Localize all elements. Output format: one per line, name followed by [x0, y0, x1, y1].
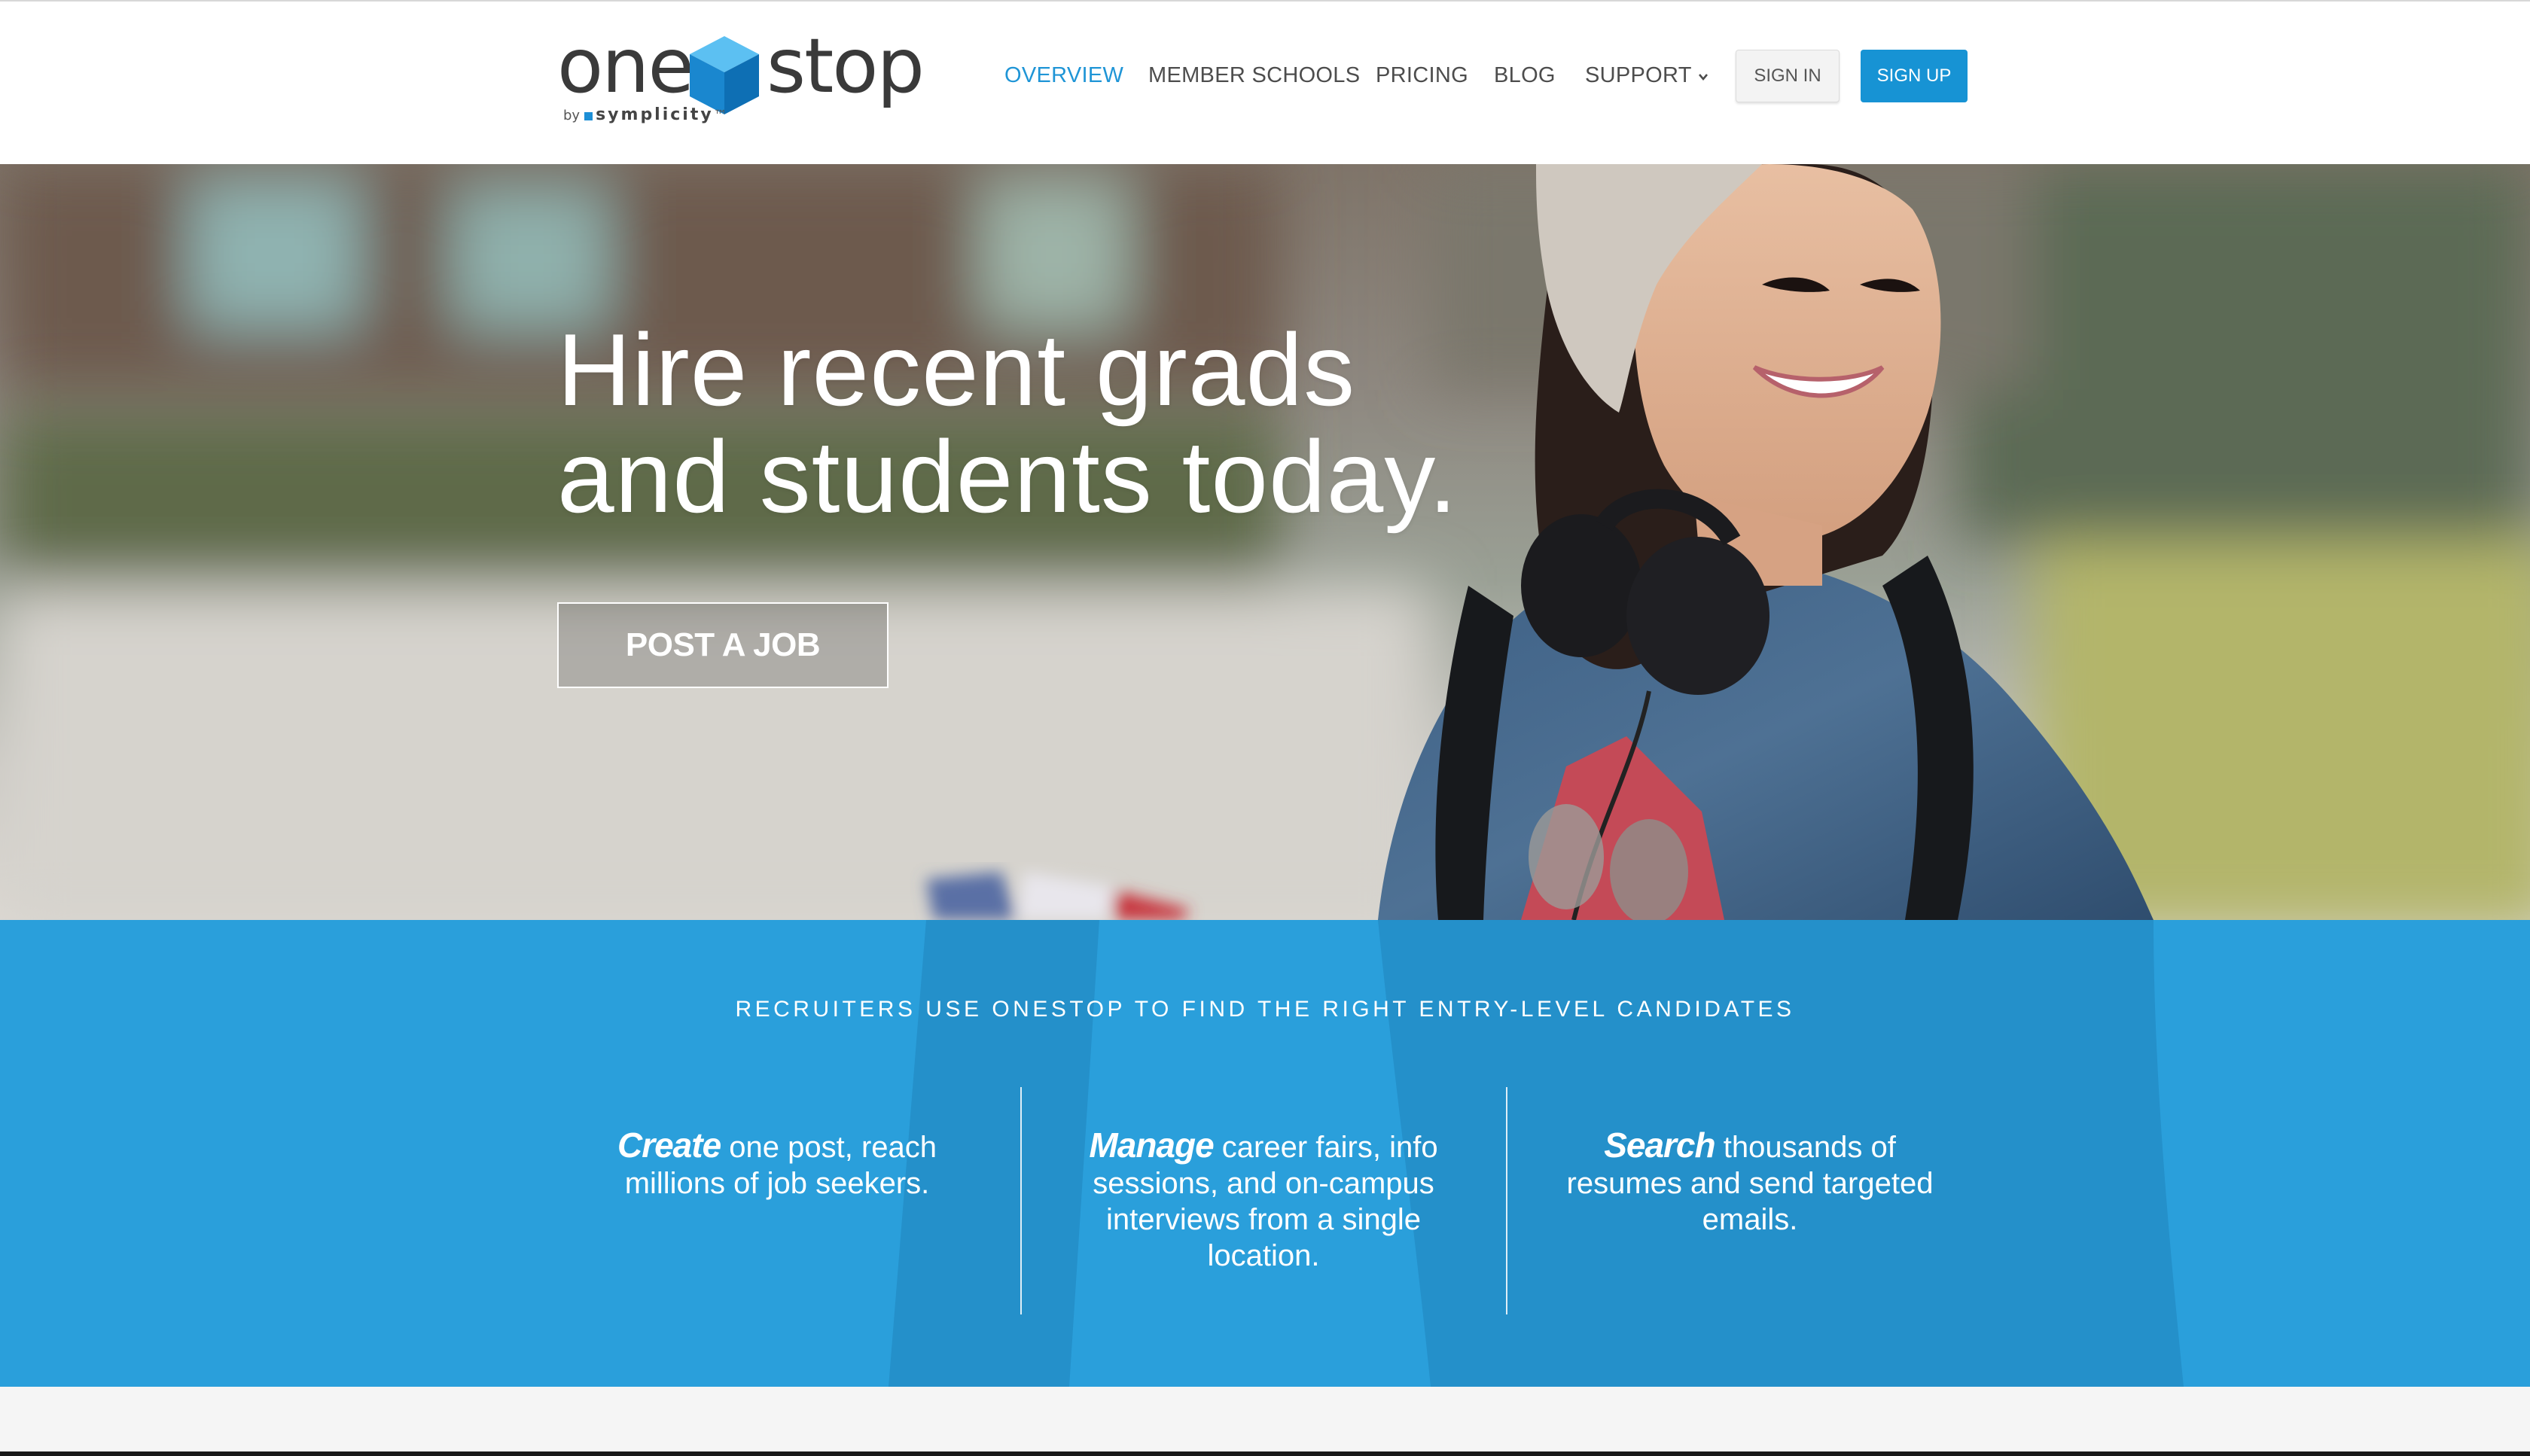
page: one stop by symplicity™ OVERVIEW MEMBER S… — [0, 0, 2530, 1456]
hero-background-photo — [0, 164, 2530, 920]
cube-icon — [690, 36, 759, 114]
logo-trademark: ™ — [713, 108, 727, 123]
nav-blog[interactable]: BLOG — [1494, 63, 1556, 88]
hero-title-line-1: Hire recent grads — [557, 312, 1356, 427]
nav-support-label: SUPPORT — [1585, 63, 1692, 87]
bottom-edge — [0, 1451, 2530, 1456]
logo-byline: by symplicity™ — [563, 105, 727, 124]
feature-search: Search thousands of resumes and send tar… — [1562, 1127, 1938, 1238]
nav-pricing[interactable]: PRICING — [1376, 63, 1468, 88]
sign-in-button[interactable]: SIGN IN — [1736, 50, 1840, 102]
features-heading: RECRUITERS USE ONESTOP TO FIND THE RIGHT… — [735, 997, 1795, 1022]
nav-overview[interactable]: OVERVIEW — [1004, 63, 1123, 88]
site-header: one stop by symplicity™ OVERVIEW MEMBER S… — [0, 0, 2530, 164]
feature-create: Create one post, reach millions of job s… — [589, 1127, 965, 1202]
feature-divider-1 — [1020, 1087, 1022, 1314]
onestop-logo[interactable]: one stop by symplicity™ — [557, 22, 925, 126]
features-band: RECRUITERS USE ONESTOP TO FIND THE RIGHT… — [0, 920, 2530, 1387]
feature-divider-2 — [1506, 1087, 1507, 1314]
chevron-down-icon — [1698, 74, 1708, 81]
nav-member-schools[interactable]: MEMBER SCHOOLS — [1148, 63, 1360, 88]
logo-by-text: by — [563, 108, 581, 123]
feature-manage: Manage career fairs, info sessions, and … — [1075, 1127, 1452, 1274]
hero-section: Hire recent grads and students today. PO… — [0, 164, 2530, 920]
logo-brand: symplicity — [596, 105, 714, 124]
post-a-job-button[interactable]: POST A JOB — [557, 602, 889, 688]
sign-up-button[interactable]: SIGN UP — [1861, 50, 1968, 102]
hero-title: Hire recent grads and students today. — [557, 316, 1611, 530]
hero-title-line-2: and students today. — [557, 419, 1458, 534]
feature-create-keyword: Create — [617, 1126, 721, 1165]
feature-manage-keyword: Manage — [1089, 1126, 1214, 1165]
logo-word-one: one — [557, 22, 694, 110]
bottom-section — [0, 1387, 2530, 1453]
logo-word-stop: stop — [767, 22, 925, 110]
symplicity-square-icon — [584, 112, 593, 120]
feature-search-keyword: Search — [1604, 1126, 1715, 1165]
nav-support[interactable]: SUPPORT — [1585, 63, 1709, 88]
